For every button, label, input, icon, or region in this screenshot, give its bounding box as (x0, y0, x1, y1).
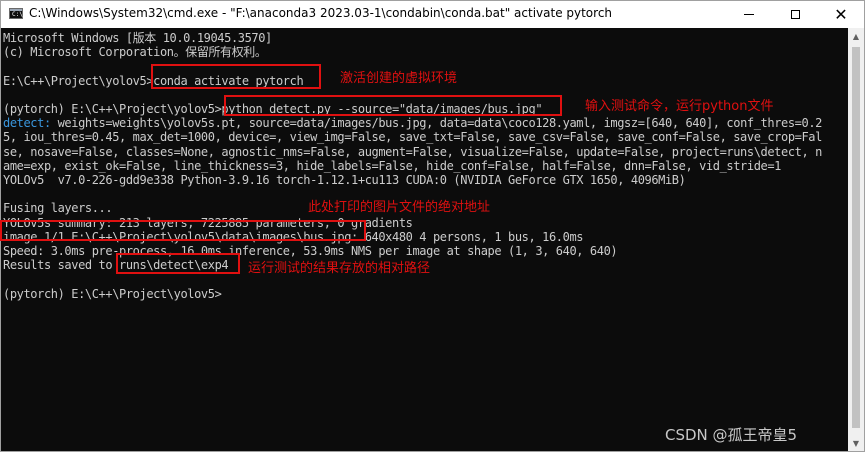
highlight-detect-command (224, 95, 562, 116)
app-icon-label: C:\ (12, 11, 23, 18)
highlight-image-path (0, 220, 366, 241)
maximize-button[interactable] (772, 1, 818, 28)
console-line: se, nosave=False, classes=None, agnostic… (3, 144, 822, 159)
console-line: Microsoft Windows [版本 10.0.19045.3570] (3, 31, 272, 45)
detect-keyword: detect: (3, 116, 51, 131)
console-line: YOLOv5 v7.0-226-gdd9e338 Python-3.9.16 t… (3, 173, 686, 187)
scroll-down-arrow-icon[interactable]: ▼ (848, 435, 864, 451)
close-icon: ✕ (834, 4, 848, 24)
annotation-activate-env: 激活创建的虚拟环境 (340, 71, 458, 86)
console-line: detect: weights=weights\yolov5s.pt, sour… (3, 116, 822, 130)
cmd-app-icon[interactable]: C:\ (9, 8, 23, 19)
console-line: Fusing layers... (3, 201, 113, 216)
annotation-run-command: 输入测试命令，运行python文件 (585, 99, 774, 114)
scrollbar-thumb[interactable] (852, 47, 860, 428)
close-button[interactable]: ✕ (818, 1, 864, 28)
annotation-results-path: 运行测试的结果存放的相对路径 (248, 261, 431, 276)
highlight-activate-command (151, 64, 321, 89)
console-line: Speed: 3.0ms pre-process, 16.0ms inferen… (3, 244, 618, 258)
detect-args: weights=weights\yolov5s.pt, source=data/… (50, 116, 823, 131)
csdn-watermark: CSDN @孤王帝皇5 (665, 426, 798, 444)
vertical-scrollbar[interactable]: ▲ ▼ (848, 28, 864, 451)
title-bar[interactable]: C:\ C:\Windows\System32\cmd.exe - "F:\an… (1, 1, 864, 28)
highlight-results-path (116, 253, 240, 274)
console-line: ame=exp, exist_ok=False, line_thickness=… (3, 158, 782, 173)
scroll-up-arrow-icon[interactable]: ▲ (848, 28, 864, 44)
annotation-image-path: 此处打印的图片文件的绝对地址 (308, 200, 491, 215)
maximize-icon (790, 10, 800, 19)
console-line: 5, iou_thres=0.45, max_det=1000, device=… (3, 130, 822, 145)
window-title: C:\Windows\System32\cmd.exe - "F:\anacon… (29, 6, 613, 20)
console-line: (c) Microsoft Corporation。保留所有权利。 (3, 45, 267, 60)
minimize-icon (744, 14, 754, 15)
minimize-button[interactable] (726, 1, 772, 28)
console-line: (pytorch) E:\C++\Project\yolov5> (3, 286, 222, 301)
